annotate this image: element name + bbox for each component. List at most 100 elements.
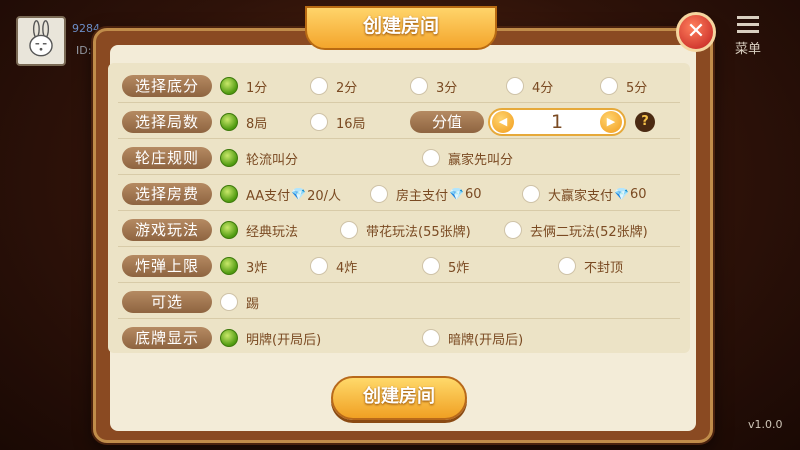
- increment-button[interactable]: ▶: [600, 111, 622, 133]
- row-dealer-rule: 轮庄规则 轮流叫分 赢家先叫分: [108, 139, 690, 175]
- player-avatar[interactable]: [16, 16, 66, 66]
- game-mode-option-classic[interactable]: 经典玩法: [220, 219, 298, 241]
- optional-label: 可选: [122, 291, 212, 313]
- option-text: AA支付: [246, 188, 291, 204]
- radio: [422, 329, 440, 347]
- dealer-rule-option-winner[interactable]: 赢家先叫分: [422, 147, 513, 169]
- dialog-title: 创建房间: [305, 6, 497, 50]
- option-text: 8局: [246, 116, 268, 132]
- bottom-cards-option-open[interactable]: 明牌(开局后): [220, 327, 321, 349]
- option-text: 明牌(开局后): [246, 332, 322, 348]
- room-fee-option-winner[interactable]: 大赢家支付 💎 60: [522, 183, 647, 205]
- option-text: 不封顶: [584, 260, 624, 276]
- decrement-button[interactable]: ◀: [492, 111, 514, 133]
- dealer-rule-label: 轮庄规则: [122, 147, 212, 169]
- radio: [410, 77, 428, 95]
- option-text: 2分: [336, 80, 358, 96]
- radio: [310, 113, 328, 131]
- option-text: 5分: [626, 80, 648, 96]
- radio-checked: [220, 77, 238, 95]
- radio: [504, 221, 522, 239]
- radio: [422, 149, 440, 167]
- base-score-option-3[interactable]: 3分: [410, 75, 457, 97]
- option-text: 赢家先叫分: [448, 152, 514, 168]
- option-text: 3分: [436, 80, 458, 96]
- menu-label: 菜单: [734, 42, 761, 57]
- options-panel: 选择底分 1分 2分 3分 4分 5分 选择局数 8局 16局 分值 ◀ 1 ▶…: [108, 63, 690, 353]
- option-text: 5炸: [448, 260, 470, 276]
- radio-checked: [220, 329, 238, 347]
- score-value: 1: [550, 111, 564, 133]
- radio: [558, 257, 576, 275]
- close-button[interactable]: ✕: [676, 12, 716, 52]
- option-text: 大赢家支付: [548, 188, 614, 204]
- score-stepper: ◀ 1 ▶: [488, 108, 626, 136]
- radio: [310, 77, 328, 95]
- radio-checked: [220, 149, 238, 167]
- option-amount: 60: [464, 186, 482, 202]
- base-score-option-2[interactable]: 2分: [310, 75, 357, 97]
- radio: [506, 77, 524, 95]
- radio: [422, 257, 440, 275]
- base-score-option-1[interactable]: 1分: [220, 75, 267, 97]
- option-text: 4炸: [336, 260, 358, 276]
- base-score-option-4[interactable]: 4分: [506, 75, 553, 97]
- radio: [220, 293, 238, 311]
- bomb-limit-option-4[interactable]: 4炸: [310, 255, 357, 277]
- score-label: 分值: [410, 111, 484, 133]
- bomb-limit-label: 炸弹上限: [122, 255, 212, 277]
- create-room-button[interactable]: 创建房间: [331, 376, 467, 420]
- option-text: 房主支付: [396, 188, 449, 204]
- option-text: 去俩二玩法(52张牌): [530, 224, 648, 240]
- diamond-icon: 💎: [449, 187, 464, 201]
- option-text: 踢: [246, 296, 260, 312]
- rounds-option-8[interactable]: 8局: [220, 111, 267, 133]
- diamond-icon: 💎: [291, 187, 307, 201]
- menu-icon: [737, 16, 759, 34]
- game-mode-option-no-twos[interactable]: 去俩二玩法(52张牌): [504, 219, 648, 241]
- dealer-rule-option-rotate[interactable]: 轮流叫分: [220, 147, 298, 169]
- bottom-cards-option-hidden[interactable]: 暗牌(开局后): [422, 327, 523, 349]
- base-score-option-5[interactable]: 5分: [600, 75, 647, 97]
- option-text: 1分: [246, 80, 268, 96]
- menu-button[interactable]: 菜单: [728, 16, 768, 57]
- option-text: 暗牌(开局后): [448, 332, 524, 348]
- room-fee-option-host[interactable]: 房主支付 💎 60: [370, 183, 482, 205]
- help-icon[interactable]: ?: [635, 112, 655, 132]
- option-text: 带花玩法(55张牌): [366, 224, 471, 240]
- bomb-limit-option-unlimited[interactable]: 不封顶: [558, 255, 623, 277]
- option-text: 16局: [336, 116, 366, 132]
- row-optional: 可选 踢: [108, 283, 690, 319]
- radio: [340, 221, 358, 239]
- room-fee-option-aa[interactable]: AA支付 💎 20/人: [220, 183, 341, 205]
- radio: [310, 257, 328, 275]
- option-amount: 60: [629, 186, 647, 202]
- option-text: 4分: [532, 80, 554, 96]
- radio: [522, 185, 540, 203]
- bottom-cards-label: 底牌显示: [122, 327, 212, 349]
- row-base-score: 选择底分 1分 2分 3分 4分 5分: [108, 67, 690, 103]
- version-label: v1.0.0: [748, 418, 783, 431]
- radio-checked: [220, 185, 238, 203]
- game-mode-label: 游戏玩法: [122, 219, 212, 241]
- bomb-limit-option-5[interactable]: 5炸: [422, 255, 469, 277]
- rabbit-avatar-icon: [29, 20, 53, 57]
- bomb-limit-option-3[interactable]: 3炸: [220, 255, 267, 277]
- row-rounds: 选择局数 8局 16局 分值 ◀ 1 ▶ ?: [108, 103, 690, 139]
- row-game-mode: 游戏玩法 经典玩法 带花玩法(55张牌) 去俩二玩法(52张牌): [108, 211, 690, 247]
- row-room-fee: 选择房费 AA支付 💎 20/人 房主支付 💎 60 大赢家支付 💎 60: [108, 175, 690, 211]
- radio: [370, 185, 388, 203]
- option-text: 轮流叫分: [246, 152, 299, 168]
- rounds-option-16[interactable]: 16局: [310, 111, 366, 133]
- radio: [600, 77, 618, 95]
- radio-checked: [220, 257, 238, 275]
- base-score-label: 选择底分: [122, 75, 212, 97]
- option-text: 3炸: [246, 260, 268, 276]
- option-amount: 20/人: [307, 188, 342, 204]
- option-text: 经典玩法: [246, 224, 299, 240]
- radio-checked: [220, 221, 238, 239]
- radio-checked: [220, 113, 238, 131]
- optional-option-kick[interactable]: 踢: [220, 291, 259, 313]
- game-mode-option-flower[interactable]: 带花玩法(55张牌): [340, 219, 471, 241]
- room-fee-label: 选择房费: [122, 183, 212, 205]
